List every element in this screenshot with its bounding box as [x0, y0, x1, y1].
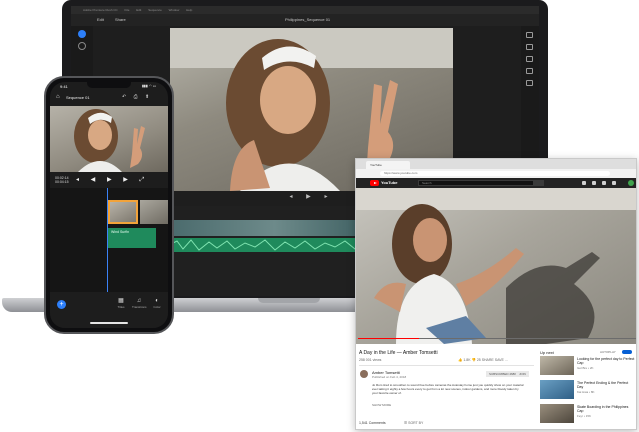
- show-more-link[interactable]: SHOW MORE: [372, 403, 391, 407]
- video-progress-fill: [358, 338, 420, 339]
- video-preview[interactable]: [50, 106, 168, 172]
- sequence-title: Sequence 01: [66, 95, 90, 100]
- recommended-channel: Kai Hwa • 8K: [577, 390, 595, 394]
- window-title: Adobe Premiere Rush CC: [83, 8, 118, 12]
- top-tab-bar: Edit Share Philippines_Sequence 01: [71, 14, 539, 26]
- create-video-icon[interactable]: [582, 181, 586, 185]
- video-title: A Day in the Life — Amber Tomsetti: [359, 350, 438, 356]
- recommended-video[interactable]: The Perfect Ending & the Perfect Day Kai…: [540, 380, 636, 402]
- color-label: Color: [153, 305, 161, 309]
- menu-item-sequence[interactable]: Sequence: [148, 8, 162, 12]
- phone-notch: [87, 82, 131, 88]
- home-icon[interactable]: [78, 42, 86, 50]
- sequence-title: Philippines_Sequence 01: [285, 17, 331, 22]
- video-clip[interactable]: [140, 200, 168, 224]
- status-time: 9:41: [60, 84, 68, 89]
- color-tool[interactable]: ◐ Color: [150, 298, 164, 309]
- playback-controls[interactable]: ◂ ◀ ▶ ▶ ⤢: [76, 176, 149, 184]
- home-indicator[interactable]: [90, 322, 128, 324]
- browser-tab[interactable]: YouTube: [366, 161, 410, 169]
- browser-tab-strip: YouTube: [356, 159, 636, 169]
- titles-icon: ▦: [118, 298, 124, 304]
- search-input[interactable]: Search: [418, 180, 534, 186]
- url-field[interactable]: https://www.youtube.com: [380, 171, 610, 176]
- recommended-thumbnail[interactable]: [540, 404, 574, 423]
- tab-edit[interactable]: Edit: [97, 14, 104, 26]
- video-description: Jo Rum tired to smoothen to sound free b…: [372, 383, 524, 395]
- address-bar: https://www.youtube.com: [356, 169, 636, 178]
- titles-label: Titles: [117, 305, 125, 309]
- home-icon[interactable]: ⌂: [56, 94, 60, 100]
- video-player[interactable]: [356, 188, 636, 344]
- transitions-label: Transitions: [132, 305, 147, 309]
- menu-item-edit[interactable]: Edit: [136, 8, 141, 12]
- menu-item-window[interactable]: Window: [169, 8, 180, 12]
- selected-video-clip[interactable]: [108, 200, 138, 224]
- up-next-heading: Up next: [540, 350, 554, 355]
- recommended-video[interactable]: Looking for the perfect day to Perfect C…: [540, 356, 636, 378]
- timecode: 00:02:14 00:04:15: [55, 176, 69, 184]
- audio-clip-label: Wind Surfin: [111, 230, 130, 234]
- transitions-icon: ♫: [136, 298, 142, 304]
- titles-icon[interactable]: [526, 32, 533, 38]
- youtube-header: YouTube Search: [356, 178, 636, 188]
- laptop-base-notch: [258, 298, 320, 303]
- app-bar: ⌂ Sequence 01 ↶ ⎙ ⬆: [50, 91, 168, 104]
- recommended-title[interactable]: Skate Boarding in the Philippines Cap: [577, 405, 635, 413]
- undo-share-icons[interactable]: ↶ ⎙ ⬆: [122, 94, 152, 100]
- total-time: 00:04:15: [55, 180, 69, 184]
- sort-comments-button[interactable]: ☰ SORT BY: [404, 421, 423, 425]
- autoplay-label: AUTOPLAY: [600, 350, 616, 354]
- video-progress-bar[interactable]: [358, 338, 636, 339]
- comments-count: 1,541 Comments: [359, 421, 386, 425]
- menu-item-help[interactable]: Help: [186, 8, 192, 12]
- menu-bar: Adobe Premiere Rush CC File Edit Sequenc…: [71, 6, 539, 14]
- youtube-browser-window: YouTube https://www.youtube.com YouTube …: [355, 158, 637, 430]
- view-count: 258 001 views: [359, 358, 382, 362]
- publish-date: Published on Feb 4, 2018: [372, 375, 407, 379]
- titles-tool[interactable]: ▦ Titles: [114, 298, 128, 309]
- account-avatar[interactable]: [628, 180, 634, 186]
- timeline-panel: Wind Surfin: [50, 188, 168, 292]
- playhead[interactable]: [107, 188, 108, 292]
- search-button[interactable]: [534, 180, 544, 186]
- youtube-logo-icon[interactable]: [370, 180, 379, 186]
- tab-share[interactable]: Share: [115, 14, 126, 26]
- recommended-title[interactable]: The Perfect Ending & the Perfect Day: [577, 381, 635, 389]
- apps-icon[interactable]: [592, 181, 596, 185]
- audio-clip[interactable]: Wind Surfin: [108, 228, 156, 248]
- transitions-icon[interactable]: [526, 44, 533, 50]
- speed-icon[interactable]: [526, 68, 533, 74]
- recommended-thumbnail[interactable]: [540, 356, 574, 375]
- youtube-logo-text[interactable]: YouTube: [381, 178, 398, 188]
- autoplay-toggle[interactable]: [622, 350, 632, 354]
- skateboarder-video-frame: [356, 188, 636, 344]
- transitions-tool[interactable]: ♫ Transitions: [132, 298, 147, 309]
- messages-icon[interactable]: [602, 181, 606, 185]
- recommended-thumbnail[interactable]: [540, 380, 574, 399]
- premiere-rush-mobile-screen: 9:41 ▮▮▮ ◠ ▭ ⌂ Sequence 01 ↶ ⎙ ⬆ 00:02:1…: [50, 82, 168, 328]
- recommended-title[interactable]: Looking for the perfect day to Perfect C…: [577, 357, 635, 365]
- status-icons: ▮▮▮ ◠ ▭: [142, 84, 157, 88]
- recommended-video[interactable]: Skate Boarding in the Philippines Cap Fe…: [540, 404, 636, 426]
- add-media-button[interactable]: +: [57, 300, 66, 309]
- color-icon[interactable]: [526, 56, 533, 62]
- video-actions[interactable]: 👍 1.8K 👎 25 SHARE SAVE ...: [458, 358, 508, 362]
- color-icon: ◐: [155, 298, 159, 304]
- recommended-channel: Feyr • 15K: [577, 414, 592, 418]
- subscribe-button[interactable]: SUBSCRIBED 468K: [486, 371, 520, 377]
- divider: [359, 365, 534, 366]
- selfie-video-frame: [74, 109, 145, 172]
- menu-item-file[interactable]: File: [125, 8, 130, 12]
- audio-icon[interactable]: [526, 80, 533, 86]
- recommended-channel: Isol Bre • 2K: [577, 366, 594, 370]
- notifications-icon[interactable]: [612, 181, 616, 185]
- channel-avatar[interactable]: [360, 370, 368, 378]
- join-button[interactable]: JOIN: [516, 371, 529, 377]
- add-media-icon[interactable]: [78, 30, 86, 38]
